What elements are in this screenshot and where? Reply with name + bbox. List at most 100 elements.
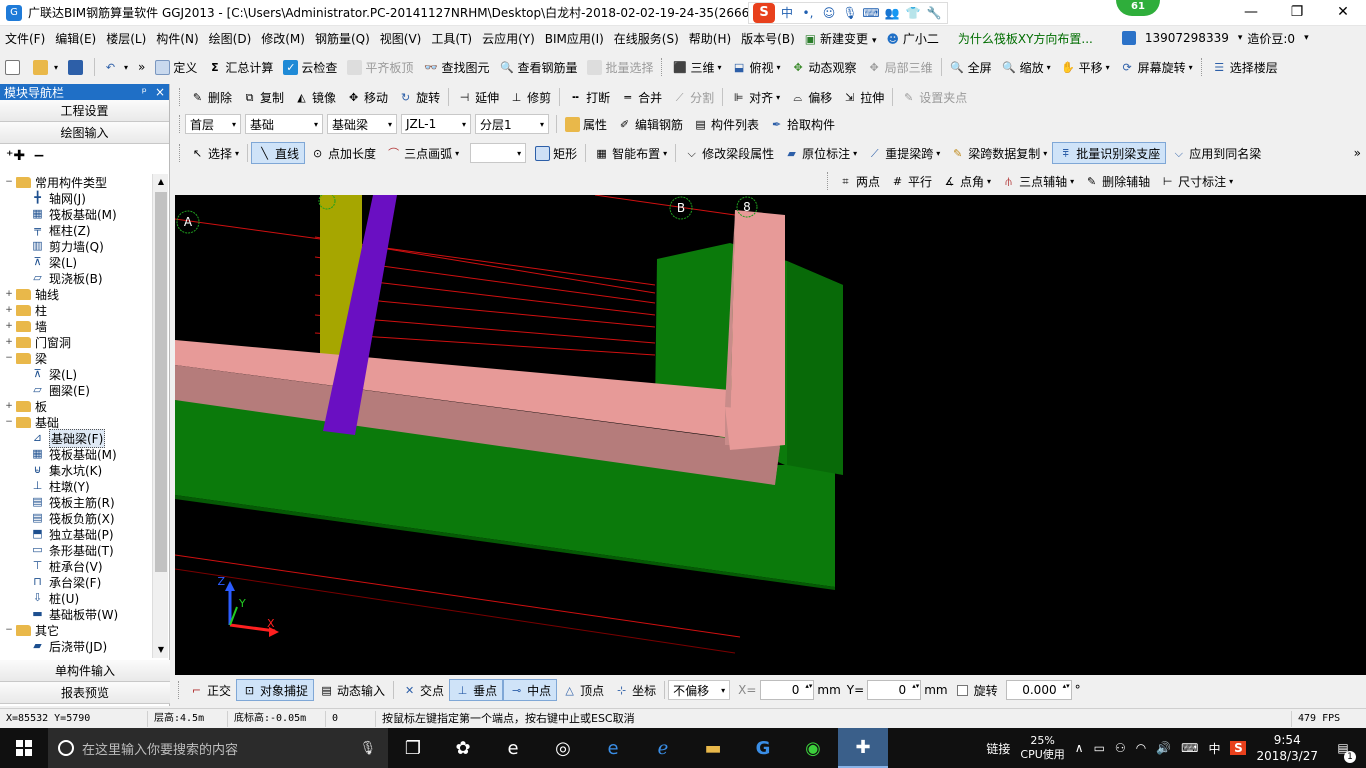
tree-item[interactable]: ⊼ 梁(L): [0, 366, 152, 382]
view-rebar-button[interactable]: 🔍 查看钢筋量: [494, 56, 582, 78]
help-hint-link[interactable]: 为什么筏板XY方向布置...: [958, 30, 1108, 47]
chevron-down-icon[interactable]: ▾: [1304, 33, 1309, 43]
menu-tools[interactable]: 工具(T): [426, 30, 477, 47]
top-view-button[interactable]: ⬓ 俯视 ▾: [727, 56, 786, 78]
midpoint-snap-button[interactable]: ⊸ 中点: [503, 679, 558, 701]
tree-item[interactable]: + 板: [0, 398, 152, 414]
stretch-button[interactable]: ⇲ 拉伸: [837, 86, 889, 108]
perpendicular-snap-button[interactable]: ⊥ 垂点: [449, 679, 504, 701]
rect-button[interactable]: 矩形: [530, 142, 582, 164]
point-length-button[interactable]: ⊙ 点加长度: [305, 142, 381, 164]
tree-item[interactable]: + 门窗洞: [0, 334, 152, 350]
move-button[interactable]: ✥ 移动: [341, 86, 393, 108]
collapse-toggle-icon[interactable]: −: [4, 177, 14, 187]
tree-item[interactable]: ⊓ 承台梁(F): [0, 574, 152, 590]
define-button[interactable]: 定义: [150, 56, 202, 78]
close-button[interactable]: ✕: [1320, 0, 1366, 26]
keyboard-icon[interactable]: ⌨: [1181, 741, 1198, 755]
cloud-check-button[interactable]: ✓ 云检查: [278, 56, 342, 78]
keyboard-icon[interactable]: ⌨: [862, 4, 880, 22]
tree-item[interactable]: ▦ 筏板基础(M): [0, 446, 152, 462]
category-select[interactable]: 基础 ▾: [245, 114, 323, 134]
tree-item[interactable]: − 常用构件类型: [0, 174, 152, 190]
volume-icon[interactable]: 🔊: [1156, 741, 1171, 755]
re-span-button[interactable]: ⟋ 重提梁跨 ▾: [862, 142, 945, 164]
object-snap-button[interactable]: ⊡ 对象捕捉: [236, 679, 315, 701]
tree-item[interactable]: ▱ 现浇板(B): [0, 270, 152, 286]
parallel-button[interactable]: # 平行: [885, 170, 937, 192]
taskbar-app-edge[interactable]: e: [488, 728, 538, 768]
project-settings-tab[interactable]: 工程设置: [0, 100, 169, 122]
menu-online[interactable]: 在线服务(S): [609, 30, 684, 47]
menu-edit[interactable]: 编辑(E): [50, 30, 101, 47]
set-grip-button[interactable]: ✎ 设置夹点: [896, 86, 972, 108]
tree-item[interactable]: + 柱: [0, 302, 152, 318]
screen-rotate-button[interactable]: ⟳ 屏幕旋转 ▾: [1115, 56, 1198, 78]
x-input[interactable]: 0: [760, 680, 815, 700]
taskbar-app-swirl[interactable]: ◎: [538, 728, 588, 768]
tree-item[interactable]: ▰ 后浇带(JD): [0, 638, 152, 654]
skin-icon[interactable]: 👕: [904, 4, 922, 22]
ime-indicator[interactable]: 中: [1208, 740, 1220, 757]
cost-beans[interactable]: 造价豆:0: [1242, 30, 1300, 47]
tree-item[interactable]: ▦ 筏板基础(M): [0, 206, 152, 222]
taskbar-app-edge-blue[interactable]: e: [588, 728, 638, 768]
tree-item[interactable]: ⇩ 桩(U): [0, 590, 152, 606]
wifi-icon[interactable]: ◠: [1136, 741, 1146, 755]
save-button[interactable]: [63, 56, 91, 78]
dimension-button[interactable]: ⊢ 尺寸标注 ▾: [1155, 170, 1238, 192]
emoji-icon[interactable]: ☺: [820, 4, 838, 22]
floor-select[interactable]: 首层 ▾: [185, 114, 241, 134]
collapse-all-icon[interactable]: −: [33, 148, 45, 164]
apply-same-button[interactable]: ⌵ 应用到同名梁: [1166, 142, 1266, 164]
layer-select[interactable]: 分层1 ▾: [475, 114, 549, 134]
minimize-button[interactable]: —: [1228, 0, 1274, 26]
taskbar-app-explorer[interactable]: ▬: [688, 728, 738, 768]
extend-button[interactable]: ⊣ 延伸: [452, 86, 504, 108]
task-view-button[interactable]: ❐: [388, 728, 438, 768]
dynamic-input-button[interactable]: ▤ 动态输入: [314, 679, 390, 701]
merge-button[interactable]: ═ 合并: [615, 86, 667, 108]
start-button[interactable]: [0, 728, 48, 768]
menu-floor[interactable]: 楼层(L): [101, 30, 151, 47]
pin-icon[interactable]: ᵖ: [142, 85, 147, 99]
tree-item[interactable]: ▤ 筏板主筋(R): [0, 494, 152, 510]
type-select[interactable]: 基础梁 ▾: [327, 114, 397, 134]
expand-toggle-icon[interactable]: +: [4, 321, 14, 331]
user-group-icon[interactable]: 👥: [883, 4, 901, 22]
menu-file[interactable]: 文件(F): [0, 30, 50, 47]
tree-item[interactable]: − 其它: [0, 622, 152, 638]
menu-modify[interactable]: 修改(M): [256, 30, 310, 47]
drawing-canvas[interactable]: A B 8 Z Y X: [175, 195, 1366, 675]
rotate-input[interactable]: 0.000: [1005, 680, 1072, 700]
new-change-button[interactable]: ▣ 新建变更 ▾: [800, 30, 882, 47]
smart-layout-button[interactable]: ▦ 智能布置 ▾: [589, 142, 672, 164]
taskbar-search[interactable]: 在这里输入你要搜索的内容 🎙: [48, 728, 388, 768]
restore-button[interactable]: ❐: [1274, 0, 1320, 26]
microphone-icon[interactable]: 🎙: [841, 4, 859, 22]
find-element-button[interactable]: 👓 查找图元: [418, 56, 494, 78]
batch-support-button[interactable]: ⩱ 批量识别梁支座: [1052, 142, 1167, 164]
collapse-toggle-icon[interactable]: −: [4, 353, 14, 363]
expand-all-icon[interactable]: ⁺✚: [6, 148, 25, 164]
delete-aux-button[interactable]: ✎ 删除辅轴: [1079, 170, 1155, 192]
network-label[interactable]: 链接: [986, 740, 1010, 757]
tree-item[interactable]: ⊥ 柱墩(Y): [0, 478, 152, 494]
taskbar-app-glodon[interactable]: G: [738, 728, 788, 768]
taskbar-app-active[interactable]: ✚: [838, 728, 888, 768]
close-icon[interactable]: ×: [155, 85, 165, 99]
collapse-toggle-icon[interactable]: −: [4, 417, 14, 427]
rotate-checkbox[interactable]: [956, 684, 968, 696]
trim-button[interactable]: ⊥ 修剪: [504, 86, 556, 108]
tree-item[interactable]: ⊼ 梁(L): [0, 254, 152, 270]
scrollbar-thumb[interactable]: [155, 192, 167, 572]
expand-toggle-icon[interactable]: +: [4, 289, 14, 299]
ortho-button[interactable]: ⌐ 正交: [184, 679, 236, 701]
open-file-button[interactable]: ▾: [28, 56, 63, 78]
tree-item[interactable]: ▭ 条形基础(T): [0, 542, 152, 558]
tree-item[interactable]: ⊌ 集水坑(K): [0, 462, 152, 478]
user-phone[interactable]: 13907298339: [1140, 31, 1234, 45]
microphone-icon[interactable]: 🎙: [359, 741, 376, 756]
menu-view[interactable]: 视图(V): [375, 30, 427, 47]
two-points-button[interactable]: ⌗ 两点: [833, 170, 885, 192]
